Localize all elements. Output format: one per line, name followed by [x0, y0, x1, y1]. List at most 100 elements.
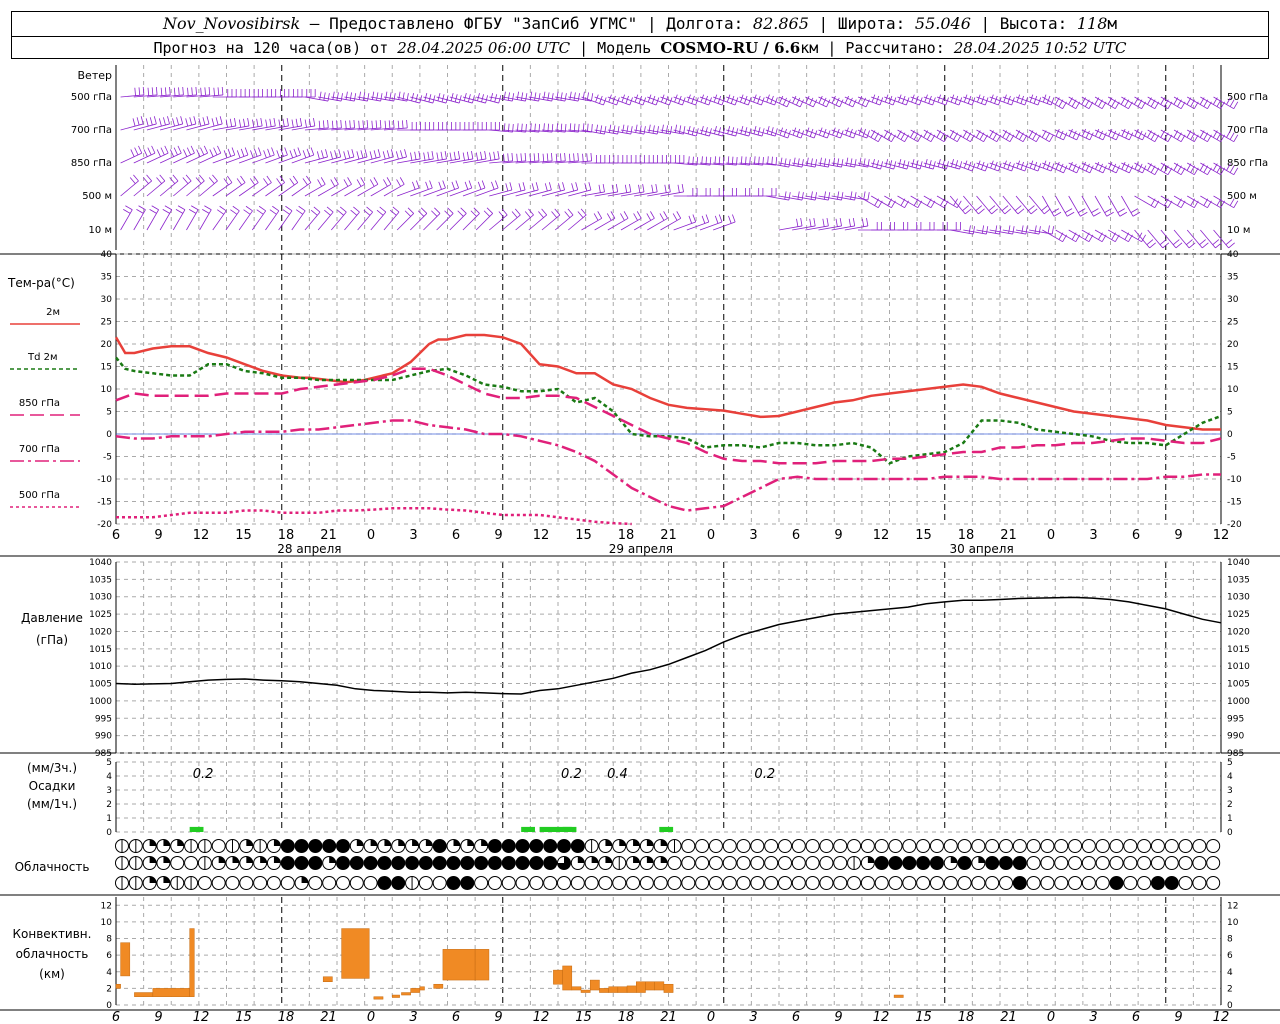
- conv-ytick-right: 10: [1227, 918, 1239, 928]
- wind-barb-feather: [468, 180, 473, 189]
- wind-barb: [410, 213, 428, 231]
- cloud-symbol: [639, 839, 654, 853]
- wind-barb-feather: [189, 117, 193, 126]
- wind-barb-feather: [823, 158, 827, 167]
- wind-barb-feather: [718, 127, 721, 136]
- cloud-circle: [418, 876, 433, 890]
- cloud-symbol: [764, 856, 779, 870]
- cloud-circle: [778, 876, 792, 890]
- cloud-symbol: [1137, 839, 1152, 853]
- wind-barb-feather: [324, 209, 331, 216]
- wind-barb-feather: [360, 150, 364, 159]
- cloud-symbol: [805, 856, 820, 870]
- temp-ytick-right: -5: [1227, 453, 1236, 463]
- wind-barb-feather: [411, 93, 415, 101]
- wind-barb-feather: [898, 159, 902, 167]
- wind-barb: [1081, 162, 1104, 174]
- conv-ytick-left: 8: [106, 935, 112, 945]
- wind-barb-feather: [701, 215, 706, 224]
- cloud-fill-quarter: [329, 856, 336, 863]
- conv-bar: [580, 989, 591, 993]
- wind-barb-feather: [964, 208, 972, 215]
- cloud-symbol: [916, 856, 931, 870]
- wind-barb-feather: [292, 175, 299, 183]
- wind-barb-feather: [380, 93, 383, 102]
- wind-barb-feather: [302, 150, 307, 159]
- wind-barb-feather: [584, 183, 588, 192]
- wind-barb-feather: [297, 147, 301, 156]
- wind-barb-feather: [347, 177, 352, 185]
- wind-barb-feather: [278, 119, 281, 128]
- wind-barb-feather: [187, 87, 189, 96]
- wind-barb: [159, 152, 182, 164]
- wind-barb-feather: [236, 178, 242, 186]
- wind-barb: [330, 211, 347, 231]
- wind-barb-feather: [514, 208, 521, 216]
- cloud-symbol: [460, 839, 475, 853]
- wind-barb: [1081, 129, 1104, 141]
- cloud-circle: [184, 856, 199, 870]
- wind-barb-feather: [356, 179, 362, 187]
- wind-barb: [1200, 162, 1221, 176]
- wind-barb-feather: [295, 118, 298, 127]
- cloud-circle: [985, 839, 1000, 853]
- wind-barb-feather: [366, 119, 369, 128]
- cloud-symbol: [902, 876, 917, 890]
- wind-barb-feather: [511, 152, 514, 161]
- wind-barb-feather: [351, 149, 355, 158]
- wind-barb-feather: [652, 125, 655, 134]
- cloud-symbol: [239, 856, 254, 870]
- wind-barb-feather: [630, 126, 633, 135]
- wind-barb-feather: [501, 208, 508, 216]
- wind-barb-feather: [520, 153, 522, 162]
- wind-barb-feather: [718, 214, 723, 223]
- wind-barb-feather: [173, 147, 178, 156]
- wind-barb-feather: [766, 126, 770, 134]
- wind-barb-feather: [1188, 242, 1196, 249]
- wind-barb-feather: [164, 87, 167, 96]
- wind-barb-feather: [1149, 242, 1156, 249]
- wind-barb-feather: [371, 91, 375, 100]
- wind-barb: [923, 129, 945, 143]
- wind-barb: [252, 154, 275, 164]
- wind-barb-feather: [317, 179, 322, 187]
- wind-barb-feather: [1228, 242, 1235, 249]
- wind-barb-feather: [334, 150, 338, 159]
- wind-barb: [1028, 195, 1045, 215]
- temp-ytick-right: -10: [1227, 475, 1242, 485]
- wind-barb-feather: [606, 213, 612, 221]
- wind-barb-feather: [393, 119, 395, 128]
- conv-bar: [562, 965, 573, 991]
- precip-ytick-right: 3: [1227, 786, 1233, 796]
- cloud-symbol: [736, 856, 751, 870]
- cloud-symbol: [156, 839, 171, 853]
- wind-barb: [1200, 195, 1221, 209]
- cloud-symbol: [985, 856, 1000, 870]
- cloud-symbol: [1137, 856, 1152, 870]
- cloud-symbol: [184, 876, 199, 890]
- wind-barb-feather: [379, 206, 387, 213]
- wind-barb-feather: [546, 153, 549, 162]
- wind-barb-feather: [911, 159, 915, 167]
- wind-barb: [383, 211, 400, 231]
- cloud-circle: [791, 839, 806, 853]
- wind-barb-feather: [1225, 239, 1233, 246]
- wind-barb-feather: [151, 145, 156, 154]
- wind-barb-feather: [282, 118, 285, 127]
- wind-barb: [792, 225, 816, 231]
- cloud-fill-quarter: [163, 856, 170, 863]
- cloud-fill-full: [543, 839, 557, 853]
- cloud-symbol: [543, 876, 558, 890]
- cloud-symbol: [1123, 856, 1138, 870]
- cloud-symbol: [322, 876, 337, 890]
- cloud-fill-full: [930, 856, 944, 870]
- cloud-symbol: [170, 856, 185, 870]
- wind-barb-feather: [258, 205, 266, 212]
- precip-amount-label: 0.4: [607, 767, 628, 782]
- wind-barb-feather: [770, 127, 774, 136]
- wind-barb-feather: [801, 159, 804, 168]
- wind-barb-feather: [959, 161, 963, 170]
- cloud-circle: [791, 856, 806, 870]
- wind-barb-feather: [320, 177, 326, 185]
- cloud-circle: [1095, 876, 1110, 890]
